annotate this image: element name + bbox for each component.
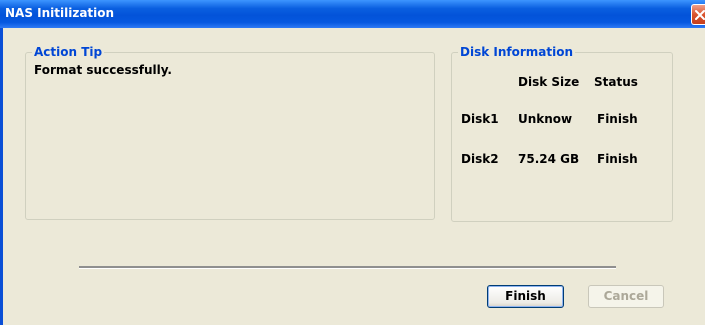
disk1-size: Unknow [518,112,573,126]
nas-init-dialog: NAS Initilization Action Tip Format succ… [0,0,705,325]
disk2-status: Finish [597,152,638,166]
divider-line [79,266,616,269]
action-tip-group: Action Tip Format successfully. [25,45,435,220]
title-bar[interactable]: NAS Initilization [0,0,705,28]
action-tip-message: Format successfully. [34,63,172,77]
close-button[interactable] [691,4,705,25]
disk-info-group: Disk Information Disk Size Status Disk1 … [451,45,673,222]
disk1-name: Disk1 [461,112,499,126]
disk2-size: 75.24 GB [518,152,580,166]
disk1-status: Finish [597,112,638,126]
close-icon [695,10,705,20]
finish-button[interactable]: Finish [487,285,564,308]
status-header: Status [594,75,638,89]
disk-size-header: Disk Size [518,75,580,89]
disk2-name: Disk2 [461,152,499,166]
disk-info-legend: Disk Information [458,45,576,59]
window-title: NAS Initilization [5,6,115,20]
action-tip-legend: Action Tip [32,45,105,59]
window-border-left [0,28,3,325]
cancel-button[interactable]: Cancel [588,285,664,308]
